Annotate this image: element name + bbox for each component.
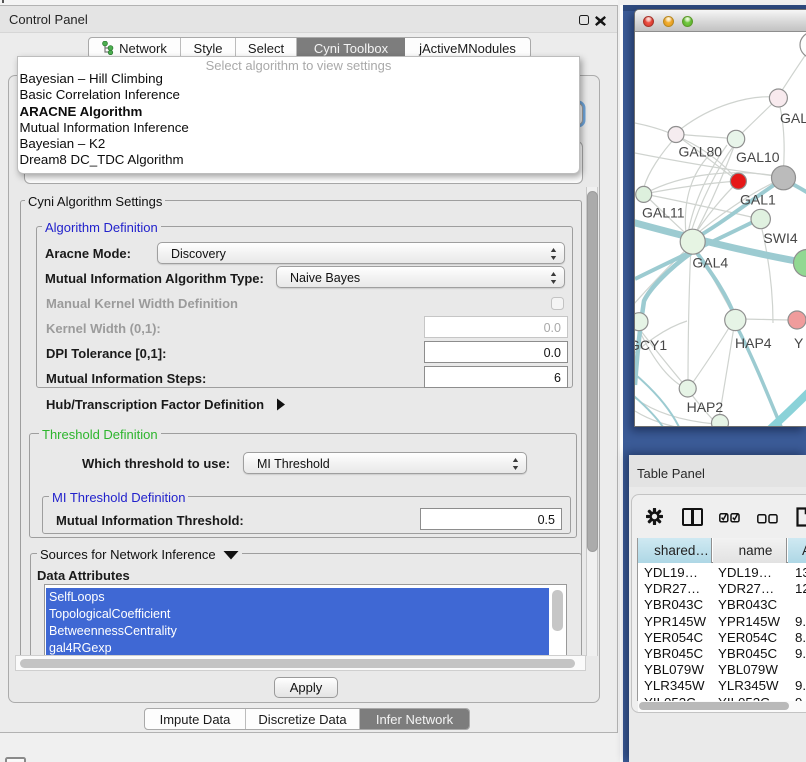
- svg-text:Y: Y: [794, 335, 804, 351]
- svg-text:GCY1: GCY1: [635, 337, 667, 353]
- svg-text:GAL2: GAL2: [780, 110, 806, 126]
- svg-text:GAL1: GAL1: [740, 192, 776, 208]
- svg-text:GAL4: GAL4: [692, 255, 728, 271]
- svg-text:GAL80: GAL80: [679, 144, 723, 160]
- svg-text:GAL10: GAL10: [736, 149, 780, 165]
- svg-text:HAP4: HAP4: [735, 335, 772, 351]
- svg-text:GAL11: GAL11: [642, 205, 685, 221]
- svg-text:SWI4: SWI4: [763, 230, 797, 246]
- svg-text:HAP2: HAP2: [687, 399, 724, 415]
